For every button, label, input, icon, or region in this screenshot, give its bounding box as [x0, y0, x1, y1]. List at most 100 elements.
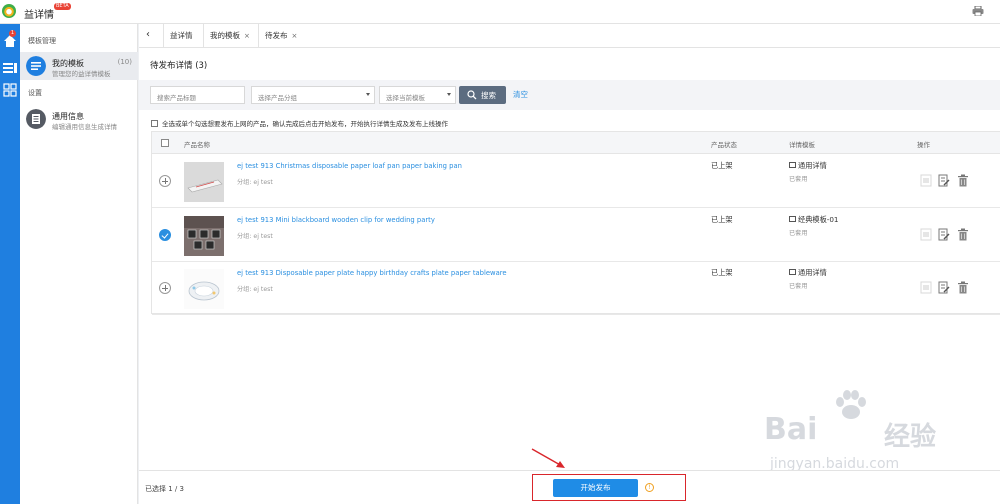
- preview-icon[interactable]: [920, 281, 932, 294]
- tab-my-templates[interactable]: 我的模板 ×: [203, 24, 256, 48]
- tab-label: 待发布: [265, 31, 288, 40]
- list-icon[interactable]: [2, 60, 18, 76]
- template-applied-status: 已套用: [789, 176, 808, 183]
- row-selected-toggle[interactable]: [159, 229, 171, 241]
- template-list-icon: [26, 56, 46, 76]
- product-group-select[interactable]: 选择产品分组: [251, 86, 375, 104]
- table-row: ej test 913 Christmas disposable paper l…: [152, 155, 1000, 208]
- beta-badge: BETA: [54, 3, 71, 10]
- edit-icon[interactable]: [938, 174, 950, 187]
- icon-rail: 1: [0, 24, 20, 504]
- table-row: ej test 913 Disposable paper plate happy…: [152, 262, 1000, 315]
- watermark-brand: Bai: [764, 412, 818, 447]
- template-applied-status: 已套用: [789, 283, 808, 290]
- template-icon: [789, 162, 796, 168]
- sidebar-item-my-templates[interactable]: 我的模板 管理您的益详情模板 (10): [20, 52, 138, 80]
- delete-icon[interactable]: [957, 281, 969, 294]
- app-title: 益详情: [24, 10, 54, 21]
- delete-icon[interactable]: [957, 174, 969, 187]
- watermark-brand-cn: 经验: [884, 422, 937, 452]
- search-icon: [467, 90, 477, 100]
- page-title: 待发布详情 (3): [150, 61, 208, 71]
- baidu-jingyan-watermark: Bai 经验 jingyan.baidu.com: [764, 390, 994, 480]
- template-placeholder: 选择当前模板: [386, 94, 425, 102]
- edit-icon[interactable]: [938, 228, 950, 241]
- product-thumbnail[interactable]: [184, 162, 224, 202]
- column-product-status: 产品状态: [711, 141, 737, 149]
- tab-pending-publish[interactable]: 待发布 ×: [258, 24, 303, 48]
- tab-bar: ‹ 益详情 我的模板 × 待发布 ×: [139, 24, 1000, 48]
- tab-label: 我的模板: [210, 31, 240, 40]
- app-logo-icon: [2, 4, 16, 18]
- tab-yixiangqing[interactable]: 益详情: [163, 24, 199, 48]
- detail-template[interactable]: 通用详情: [789, 161, 827, 171]
- paw-icon: [836, 390, 866, 419]
- detail-template-name: 经典模板-01: [798, 215, 839, 224]
- template-select[interactable]: 选择当前模板: [379, 86, 456, 104]
- document-icon: [26, 109, 46, 129]
- detail-template[interactable]: 经典模板-01: [789, 215, 839, 225]
- product-status: 已上架: [711, 161, 733, 170]
- annotation-arrow: [531, 448, 565, 468]
- close-icon[interactable]: ×: [292, 32, 298, 40]
- search-title-placeholder: 搜索产品标题: [157, 94, 196, 102]
- row-add-toggle[interactable]: [159, 282, 171, 294]
- clear-filters-link[interactable]: 清空: [513, 89, 528, 100]
- back-chevron-icon[interactable]: ‹: [146, 29, 150, 40]
- template-count: (10): [117, 58, 132, 66]
- product-thumbnail[interactable]: [184, 269, 224, 309]
- sidebar-section-settings: 设置: [28, 89, 42, 97]
- product-group: 分组: ej test: [237, 286, 273, 293]
- edit-icon[interactable]: [938, 281, 950, 294]
- apps-grid-icon[interactable]: [2, 82, 18, 98]
- sidebar-section-template-management: 模板管理: [28, 37, 56, 45]
- product-name-link[interactable]: ej test 913 Christmas disposable paper l…: [237, 162, 462, 170]
- product-thumbnail[interactable]: [184, 216, 224, 256]
- footer-bar: 已选择 1 / 3 开始发布 !: [139, 470, 1000, 504]
- detail-template-name: 通用详情: [798, 161, 827, 170]
- publish-hint-text: 全选或单个勾选想要发布上网的产品，确认完成后点击开始发布，开始执行详情生成及发布…: [162, 120, 448, 128]
- search-button[interactable]: 搜索: [459, 86, 506, 104]
- product-group: 分组: ej test: [237, 233, 273, 240]
- column-actions: 操作: [917, 141, 930, 149]
- detail-template[interactable]: 通用详情: [789, 268, 827, 278]
- column-product-name: 产品名称: [184, 141, 210, 149]
- row-add-toggle[interactable]: [159, 175, 171, 187]
- select-all-checkbox[interactable]: [151, 120, 158, 127]
- product-name-link[interactable]: ej test 913 Disposable paper plate happy…: [237, 269, 507, 277]
- search-title-input[interactable]: 搜索产品标题: [150, 86, 245, 104]
- sidebar-item-description: 编辑通用信息生成详情: [52, 123, 117, 131]
- table-header: 产品名称 产品状态 详情模板 操作: [152, 132, 1000, 154]
- column-detail-template: 详情模板: [789, 141, 815, 149]
- delete-icon[interactable]: [957, 228, 969, 241]
- printer-icon[interactable]: [972, 6, 984, 16]
- preview-icon[interactable]: [920, 228, 932, 241]
- product-status: 已上架: [711, 268, 733, 277]
- product-group: 分组: ej test: [237, 179, 273, 186]
- sidebar-item-description: 管理您的益详情模板: [52, 70, 111, 78]
- product-name-link[interactable]: ej test 913 Mini blackboard wooden clip …: [237, 216, 435, 224]
- detail-template-name: 通用详情: [798, 268, 827, 277]
- template-icon: [789, 269, 796, 275]
- product-status: 已上架: [711, 215, 733, 224]
- product-group-placeholder: 选择产品分组: [258, 94, 297, 102]
- annotation-highlight-box: [532, 474, 686, 501]
- search-button-label: 搜索: [481, 91, 496, 100]
- sidebar-item-general-info[interactable]: 通用信息 编辑通用信息生成详情: [20, 105, 138, 133]
- template-applied-status: 已套用: [789, 230, 808, 237]
- header-checkbox[interactable]: [161, 139, 169, 147]
- close-icon[interactable]: ×: [244, 32, 250, 40]
- sidebar: 模板管理 我的模板 管理您的益详情模板 (10) 设置 通用信息 编辑通用信息生…: [20, 24, 138, 504]
- main-panel: ‹ 益详情 我的模板 × 待发布 × 待发布详情 (3) 搜索产品标题 选择产品分组…: [139, 24, 1000, 504]
- filter-bar: 搜索产品标题 选择产品分组 选择当前模板 搜索 清空: [139, 80, 1000, 110]
- products-table: 产品名称 产品状态 详情模板 操作 ej test 913 Christmas …: [151, 131, 1000, 315]
- table-row: ej test 913 Mini blackboard wooden clip …: [152, 209, 1000, 262]
- chevron-down-icon: [447, 93, 451, 96]
- preview-icon[interactable]: [920, 174, 932, 187]
- tab-label: 益详情: [170, 31, 193, 40]
- selected-count: 已选择 1 / 3: [145, 485, 184, 493]
- top-bar: 益详情 BETA: [0, 0, 1000, 24]
- publish-hint: 全选或单个勾选想要发布上网的产品，确认完成后点击开始发布，开始执行详情生成及发布…: [151, 118, 448, 128]
- info-icon[interactable]: !: [645, 483, 654, 492]
- home-notification-badge: 1: [9, 30, 16, 37]
